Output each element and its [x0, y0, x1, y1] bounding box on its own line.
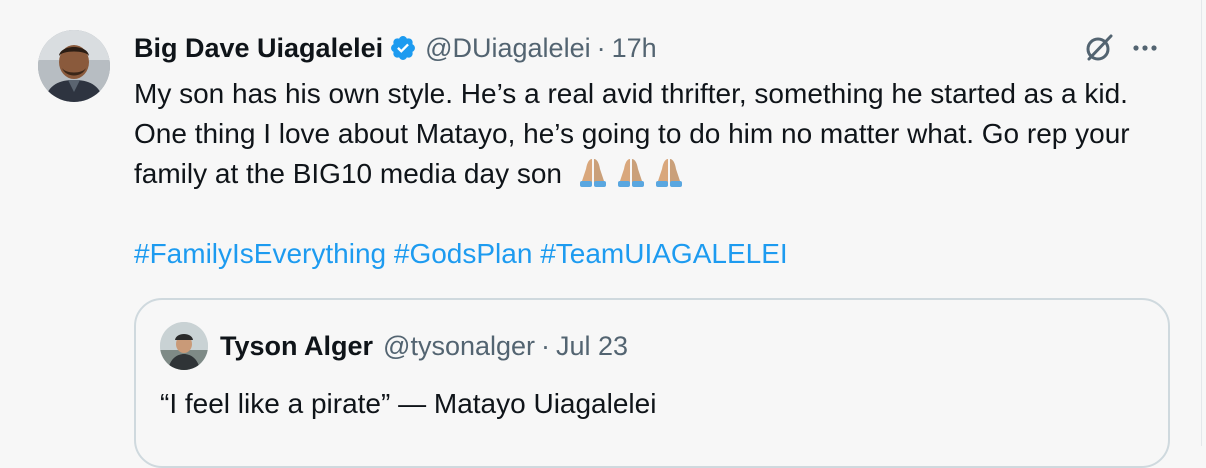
grok-icon[interactable] [1082, 31, 1116, 65]
hashtag-link[interactable]: #GodsPlan [394, 238, 533, 269]
quoted-author-handle[interactable]: @tysonalger [383, 331, 535, 362]
quoted-header: Tyson Alger @tysonalger · Jul 23 [220, 328, 628, 364]
more-icon[interactable] [1130, 33, 1160, 63]
folded-hands-emoji [652, 155, 686, 189]
author-name[interactable]: Big Dave Uiagalelei [134, 33, 383, 64]
hashtag-link[interactable]: #TeamUIAGALELEI [540, 238, 787, 269]
quoted-author-avatar[interactable] [160, 322, 208, 370]
folded-hands-emoji [614, 155, 648, 189]
separator-dot: · [596, 32, 606, 63]
hashtag-line: #FamilyIsEverything #GodsPlan #TeamUIAGA… [134, 234, 788, 274]
tweet-actions [1082, 30, 1160, 66]
tweet-text: My son has his own style. He’s a real av… [134, 74, 1184, 194]
author-avatar[interactable] [38, 30, 110, 102]
folded-hands-emoji [576, 155, 610, 189]
verified-badge-icon [389, 34, 417, 62]
hashtag-link[interactable]: #FamilyIsEverything [134, 238, 386, 269]
quoted-author-name[interactable]: Tyson Alger [220, 331, 373, 362]
tweet-card[interactable]: Big Dave Uiagalelei @DUiagalelei · 17h M… [0, 0, 1202, 468]
quoted-text: “I feel like a pirate” — Matayo Uiagalel… [160, 388, 657, 419]
tweet-timestamp[interactable]: 17h [612, 33, 657, 64]
tweet-header: Big Dave Uiagalelei @DUiagalelei · 17h [134, 30, 657, 66]
author-handle[interactable]: @DUiagalelei [425, 33, 590, 64]
emoji-group [576, 158, 690, 189]
separator-dot: · [541, 330, 551, 361]
quoted-date[interactable]: Jul 23 [556, 331, 628, 362]
quoted-tweet[interactable]: Tyson Alger @tysonalger · Jul 23 “I feel… [134, 298, 1170, 468]
